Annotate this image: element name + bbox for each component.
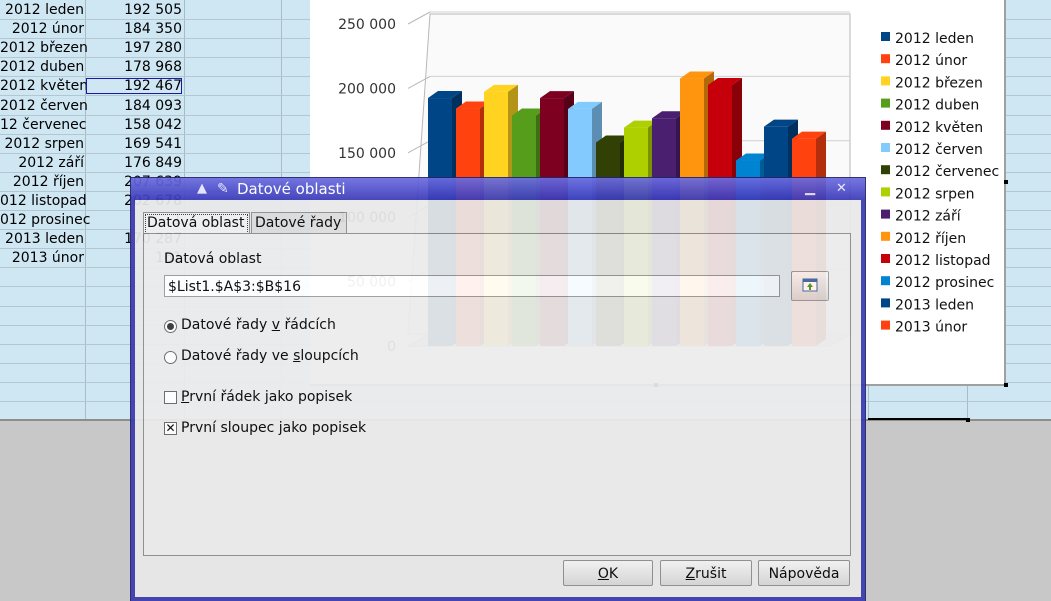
legend-label: 2012 prosinec (895, 275, 994, 291)
legend-swatch (881, 76, 890, 86)
y-tick-label: 250 000 (338, 17, 396, 33)
cell-handle[interactable] (966, 418, 970, 422)
cell-label[interactable]: 2012 srpen (0, 136, 84, 152)
cell-value[interactable]: 176 849 (86, 155, 182, 171)
table-row[interactable]: 2012 leden 192 505 (0, 1, 186, 20)
cell-label[interactable]: 2013 únor (0, 250, 84, 266)
legend-label: 2012 březen (895, 75, 983, 91)
legend-label: 2012 říjen (895, 231, 966, 247)
legend-swatch (881, 187, 890, 197)
cancel-button[interactable]: Zrušit (660, 560, 752, 586)
legend-swatch (881, 209, 890, 219)
legend-swatch (881, 276, 890, 286)
legend-swatch (881, 54, 890, 64)
first-column-label-text[interactable]: První sloupec jako popisek (181, 420, 366, 436)
first-row-label-text[interactable]: První řádek jako popisek (181, 389, 352, 405)
cell-value[interactable]: 178 968 (86, 59, 182, 75)
cell-label[interactable]: 2012 říjen (0, 174, 84, 190)
cell-value[interactable]: 192 505 (86, 2, 182, 18)
cell-label[interactable]: 012 prosinec (0, 212, 90, 228)
legend-swatch (881, 32, 890, 41)
series-in-columns-label[interactable]: Datové řady ve sloupcích (181, 348, 359, 364)
cell-value[interactable]: 169 541 (86, 136, 182, 152)
legend-label: 2013 únor (895, 320, 967, 336)
cell-value[interactable]: 192 467 (86, 78, 182, 94)
table-row[interactable]: 2012 květen 192 467 (0, 77, 186, 96)
y-tick-label: 200 000 (338, 81, 396, 97)
cell-label[interactable]: 12 červenec (0, 117, 86, 133)
legend-swatch (881, 231, 890, 241)
legend-swatch (881, 120, 890, 130)
shrink-icon (802, 278, 818, 292)
y-tick-label: 150 000 (338, 146, 396, 162)
legend-swatch (881, 143, 890, 152)
table-row[interactable]: 2012 únor 184 350 (0, 20, 186, 39)
legend-label: 2012 září (895, 209, 962, 225)
first-row-label-checkbox[interactable] (164, 391, 177, 404)
ok-button[interactable]: OK (563, 560, 653, 586)
series-in-rows-radio[interactable] (164, 320, 177, 333)
table-row[interactable]: 2012 srpen 169 541 (0, 135, 186, 154)
cell-label[interactable]: 2012 únor (0, 21, 84, 37)
legend-swatch (881, 298, 890, 308)
series-in-rows-label[interactable]: Datové řady v řádcích (181, 317, 336, 333)
cell-label[interactable]: 2012 leden (0, 2, 84, 18)
legend-swatch (881, 98, 890, 108)
legend-label: 2012 červen (895, 142, 983, 158)
legend-label: 2012 únor (895, 53, 967, 69)
cell-label[interactable]: 012 listopad (0, 193, 87, 209)
table-row[interactable]: 2012 březen 197 280 (0, 39, 186, 58)
cell-label[interactable]: 2013 leden (0, 231, 84, 247)
legend-label: 2012 srpen (895, 186, 975, 202)
cell-label[interactable]: 2012 duben (0, 59, 84, 75)
cell-value[interactable]: 197 280 (86, 40, 182, 56)
legend-swatch (881, 165, 890, 175)
range-input[interactable]: $List1.$A$3:$B$16 (164, 275, 780, 297)
range-label: Datová oblast (164, 251, 262, 267)
gridline (407, 11, 431, 25)
tab-data-series[interactable]: Datové řady (251, 212, 347, 234)
first-column-label-checkbox[interactable]: ✕ (164, 422, 177, 435)
shrink-button[interactable] (791, 271, 829, 301)
app-icon: ✎ (217, 181, 229, 197)
cell-value[interactable]: 184 350 (86, 21, 182, 37)
legend-label: 2012 duben (895, 98, 979, 114)
legend-label: 2012 květen (895, 120, 983, 136)
help-button[interactable]: Nápověda (758, 560, 850, 586)
cell-label[interactable]: 2012 březen (0, 40, 88, 56)
legend-swatch (881, 254, 890, 263)
legend-swatch (881, 320, 890, 330)
legend-label: 2012 červenec (895, 164, 999, 180)
table-row[interactable]: 12 červenec 158 042 (0, 116, 186, 135)
pin-icon[interactable]: ▲ (197, 181, 207, 196)
data-ranges-dialog: ▲ ✎ Datové oblasti ▁ ✕ Datová oblast Dat… (131, 178, 865, 601)
cell-label[interactable]: 2012 září (0, 155, 84, 171)
minimize-icon[interactable]: ▁ (805, 181, 815, 196)
cell-label[interactable]: 2012 květen (0, 78, 88, 94)
selection-border (868, 418, 968, 420)
chart-handle[interactable] (1004, 180, 1008, 184)
dialog-titlebar[interactable]: ▲ ✎ Datové oblasti ▁ ✕ (131, 178, 865, 200)
legend-label: 2013 leden (895, 297, 974, 313)
table-row[interactable]: 2012 červen 184 093 (0, 97, 186, 116)
chart-handle[interactable] (1004, 383, 1008, 387)
dialog-title: Datové oblasti (237, 180, 346, 198)
cell-label[interactable]: 2012 červen (0, 98, 88, 114)
cell-value[interactable]: 158 042 (86, 117, 182, 133)
legend-label: 2012 listopad (895, 253, 991, 269)
legend-label: 2012 leden (895, 31, 974, 47)
table-row[interactable]: 2012 duben 178 968 (0, 58, 186, 77)
table-row[interactable]: 2012 září 176 849 (0, 154, 186, 173)
series-in-columns-radio[interactable] (164, 351, 177, 364)
close-icon[interactable]: ✕ (836, 181, 847, 196)
tab-panel: Datová oblast $List1.$A$3:$B$16 Datové ř… (143, 233, 851, 556)
cell-value[interactable]: 184 093 (86, 98, 182, 114)
